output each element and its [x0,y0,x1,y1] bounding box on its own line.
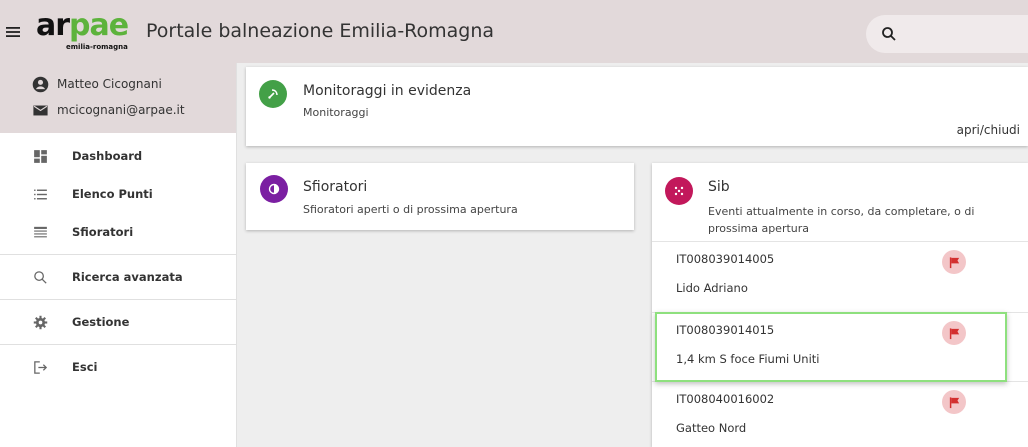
sib-card: Sib Eventi attualmente in corso, da comp… [652,163,1028,447]
sidebar-item-sfioratori[interactable]: Sfioratori [0,213,236,251]
selection-highlight [655,312,1007,382]
menu-button[interactable] [0,0,26,63]
sidebar-item-label: Elenco Punti [72,187,153,201]
sidebar-item-gestione[interactable]: Gestione [0,303,236,341]
page-title: Portale balneazione Emilia-Romagna [146,20,495,42]
sidebar: Matteo Cicognani mcicognani@arpae.it Das… [0,63,237,447]
sidebar-item-dashboard[interactable]: Dashboard [0,137,236,175]
gear-icon [33,315,48,329]
list-icon [34,189,47,199]
station-code: IT008040016002 [676,392,775,406]
sfioratori-card: Sfioratori Sfioratori aperti o di prossi… [246,163,634,230]
sib-title: Sib [708,179,730,195]
app-header: arpae emilia-romagna Portale balneazione… [0,0,1028,63]
sib-subtitle: Eventi attualmente in corso, da completa… [708,205,975,235]
flag-icon [949,396,959,408]
logo-subtext: emilia-romagna [66,43,128,51]
sidebar-item-esci[interactable]: Esci [0,348,236,386]
user-info: Matteo Cicognani mcicognani@arpae.it [0,63,236,133]
search-button[interactable] [866,15,1028,53]
dashboard-icon [34,149,47,163]
user-name: Matteo Cicognani [57,77,162,91]
toggle-expand-link[interactable]: apri/chiudi [957,123,1020,137]
sidebar-item-elenco-punti[interactable]: Elenco Punti [0,175,236,213]
station-name: Gatteo Nord [676,421,747,435]
search-icon [34,270,47,284]
monitoraggi-card: Monitoraggi in evidenza Monitoraggi apri… [246,67,1028,146]
hamburger-icon [6,26,20,37]
station-code: IT008039014005 [676,252,775,266]
sidebar-item-label: Gestione [72,315,130,329]
nav-group-exit: Esci [0,345,236,389]
search-icon [882,27,896,41]
sidebar-item-label: Sfioratori [72,225,134,239]
sidebar-item-label: Esci [72,360,98,374]
flag-button[interactable] [942,390,966,414]
sfioratori-title: Sfioratori [303,179,368,195]
user-email-row: mcicognani@arpae.it [0,97,236,123]
sidebar-item-label: Ricerca avanzata [72,270,183,284]
logout-icon [34,360,48,374]
sfioratori-subtitle: Sfioratori aperti o di prossima apertura [303,203,518,216]
sidebar-item-ricerca-avanzata[interactable]: Ricerca avanzata [0,258,236,296]
station-name: Lido Adriano [676,281,748,295]
nav-group-main: Dashboard Elenco Punti Sfioratori [0,133,236,255]
account-circle-icon [32,76,49,92]
table-icon [34,226,47,237]
nav-group-admin: Gestione [0,300,236,345]
list-item[interactable]: IT008040016002 Gatteo Nord [652,381,1028,447]
contrast-icon [268,183,280,195]
nav-group-search: Ricerca avanzata [0,255,236,300]
monitoraggi-subtitle: Monitoraggi [303,106,369,119]
sib-avatar [665,177,693,205]
monitoraggi-title: Monitoraggi in evidenza [303,83,472,99]
arpae-logo[interactable]: arpae emilia-romagna [36,8,146,56]
flag-button[interactable] [942,250,966,274]
user-name-row: Matteo Cicognani [0,71,236,97]
mail-icon [33,105,48,115]
sfioratori-avatar [260,175,288,203]
satellite-icon [268,89,278,99]
sidebar-item-label: Dashboard [72,149,143,163]
flag-icon [949,256,959,268]
user-email: mcicognani@arpae.it [57,103,185,117]
monitoraggi-avatar [259,80,287,108]
logo-wordmark: arpae [36,8,129,43]
list-item[interactable]: IT008039014005 Lido Adriano [652,241,1028,308]
scatter-icon [674,186,684,196]
